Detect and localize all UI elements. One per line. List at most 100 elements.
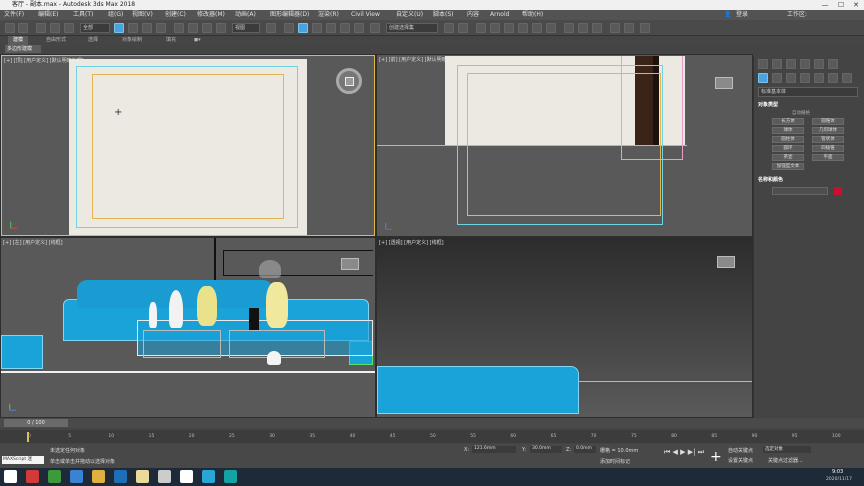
object-color-swatch[interactable] — [834, 187, 842, 195]
close-button[interactable]: ✕ — [849, 0, 863, 10]
maxscript-listener[interactable]: MAXScript 迷 — [2, 456, 44, 464]
edge-icon[interactable] — [114, 470, 127, 483]
viewcube-icon[interactable] — [715, 77, 733, 89]
set-key-button[interactable]: 设置关键点 — [728, 457, 753, 464]
bind-space-warp-icon[interactable] — [64, 23, 74, 33]
viewport-top[interactable]: [+] [顶] [用户定义] [默认明暗处理] + — [1, 55, 375, 236]
percent-snap-icon[interactable] — [340, 23, 350, 33]
edit-named-selection-icon[interactable] — [370, 23, 380, 33]
x-coordinate-field[interactable]: 121.6mm — [472, 446, 516, 453]
lights-icon[interactable] — [786, 73, 796, 83]
viewport-front[interactable]: [+] [前] [用户定义] [默认明暗处理] — [377, 55, 752, 236]
render-production-icon[interactable] — [592, 23, 602, 33]
menu-animation[interactable]: 动画(A) — [235, 10, 256, 20]
display-tab-icon[interactable] — [814, 59, 824, 69]
pivot-center-icon[interactable] — [266, 23, 276, 33]
render-cloud-icon[interactable] — [624, 23, 634, 33]
snaps-toggle-icon[interactable] — [312, 23, 322, 33]
menu-file[interactable]: 文件(F) — [4, 10, 24, 20]
teapot-button[interactable]: 茶壶 — [772, 154, 804, 161]
key-filters-button[interactable]: 关键点过滤器... — [768, 457, 803, 464]
align-icon[interactable] — [458, 23, 468, 33]
modify-tab-icon[interactable] — [772, 59, 782, 69]
menu-scripting[interactable]: 脚本(S) — [433, 10, 454, 20]
minimize-button[interactable]: — — [818, 0, 832, 10]
helpers-icon[interactable] — [814, 73, 824, 83]
menu-edit[interactable]: 编辑(E) — [38, 10, 58, 20]
cameras-icon[interactable] — [800, 73, 810, 83]
viewcube-icon[interactable] — [341, 258, 359, 270]
tab-selection[interactable]: 选择 — [88, 36, 98, 45]
tab-populate[interactable]: 填充 — [166, 36, 176, 45]
menu-group[interactable]: 组(G) — [108, 10, 123, 20]
utilities-tab-icon[interactable] — [828, 59, 838, 69]
layer-explorer-icon[interactable] — [490, 23, 500, 33]
plane-button[interactable]: 平面 — [812, 154, 844, 161]
torus-button[interactable]: 圆环 — [772, 145, 804, 152]
menu-graph-editors[interactable]: 图形编辑器(D) — [270, 10, 309, 20]
menu-tools[interactable]: 工具(T) — [73, 10, 93, 20]
window-crossing-icon[interactable] — [156, 23, 166, 33]
geosphere-button[interactable]: 几何球体 — [812, 127, 844, 134]
y-coordinate-field[interactable]: 30.0mm — [530, 446, 562, 453]
vray-toolbar-icon[interactable] — [640, 23, 650, 33]
app-red-icon[interactable] — [26, 470, 39, 483]
shapes-icon[interactable] — [772, 73, 782, 83]
space-warps-icon[interactable] — [828, 73, 838, 83]
toggle-ribbon-icon[interactable] — [504, 23, 514, 33]
s-icon[interactable] — [202, 470, 215, 483]
windows-icon[interactable] — [4, 470, 17, 483]
pyramid-button[interactable]: 四棱锥 — [812, 145, 844, 152]
menu-rendering[interactable]: 渲染(R) — [318, 10, 339, 20]
a360-icon[interactable] — [610, 23, 620, 33]
selected-object-dropdown[interactable]: 选定对象 — [763, 446, 811, 453]
app-white-icon[interactable] — [180, 470, 193, 483]
selection-filter-select[interactable]: 全部 — [80, 23, 110, 33]
named-selection-set-input[interactable]: 创建选择集 — [386, 23, 438, 33]
tab-modeling[interactable]: 建模 — [8, 36, 29, 45]
viewcube-compass-icon[interactable] — [336, 68, 362, 94]
viewport-left-label[interactable]: [+] [左] [用户定义] [线框] — [3, 239, 63, 246]
select-object-icon[interactable] — [114, 23, 124, 33]
user-icon[interactable]: 👤 — [724, 10, 731, 20]
reference-coordinate-select[interactable]: 视图 — [232, 23, 260, 33]
menu-content[interactable]: 内容 — [467, 10, 479, 20]
render-setup-icon[interactable] — [564, 23, 574, 33]
tube-button[interactable]: 管状体 — [812, 136, 844, 143]
viewport-left[interactable]: [+] [左] [用户定义] [线框] — [1, 238, 375, 417]
unlink-icon[interactable] — [50, 23, 60, 33]
name-color-header[interactable]: 名称和颜色 — [758, 176, 783, 183]
viewport-perspective[interactable]: [+] [透视] [用户定义] [线框] — [377, 238, 752, 417]
z-coordinate-field[interactable]: 0.0mm — [574, 446, 596, 453]
subtab-polygon-modeling[interactable]: 多边形建模 — [5, 45, 41, 53]
rotate-icon[interactable] — [188, 23, 198, 33]
object-name-input[interactable] — [772, 187, 828, 195]
link-icon[interactable] — [36, 23, 46, 33]
wechat-icon[interactable] — [48, 470, 61, 483]
curve-editor-icon[interactable] — [518, 23, 528, 33]
rectangle-selection-icon[interactable] — [142, 23, 152, 33]
textplus-button[interactable]: 加强型文本 — [772, 163, 804, 170]
geometry-icon[interactable] — [758, 73, 768, 83]
cylinder-button[interactable]: 圆柱体 — [772, 136, 804, 143]
move-icon[interactable] — [174, 23, 184, 33]
qq-icon[interactable] — [70, 470, 83, 483]
tab-object-paint[interactable]: 对象绘制 — [122, 36, 142, 45]
track-bar[interactable]: 0 5 10 15 20 25 30 35 40 45 50 55 60 65 70 75 80 85 90 95 10… — [0, 430, 864, 443]
menu-views[interactable]: 视图(V) — [132, 10, 153, 20]
menu-civil-view[interactable]: Civil View — [351, 10, 380, 20]
create-tab-icon[interactable] — [758, 59, 768, 69]
mirror-icon[interactable] — [444, 23, 454, 33]
keyboard-shortcut-override-icon[interactable] — [298, 23, 308, 33]
maximize-button[interactable]: ☐ — [834, 0, 848, 10]
scene-explorer-icon[interactable] — [476, 23, 486, 33]
redo-icon[interactable] — [18, 23, 28, 33]
time-slider[interactable]: 0 / 100 — [0, 418, 864, 428]
cone-button[interactable]: 圆锥体 — [812, 118, 844, 125]
hierarchy-tab-icon[interactable] — [786, 59, 796, 69]
autogrid-checkbox[interactable]: 自动栅格 — [792, 110, 810, 116]
3dsmax-icon[interactable] — [224, 470, 237, 483]
time-slider-handle[interactable]: 0 / 100 — [4, 419, 68, 427]
systems-icon[interactable] — [842, 73, 852, 83]
menu-modifiers[interactable]: 修改器(M) — [197, 10, 225, 20]
